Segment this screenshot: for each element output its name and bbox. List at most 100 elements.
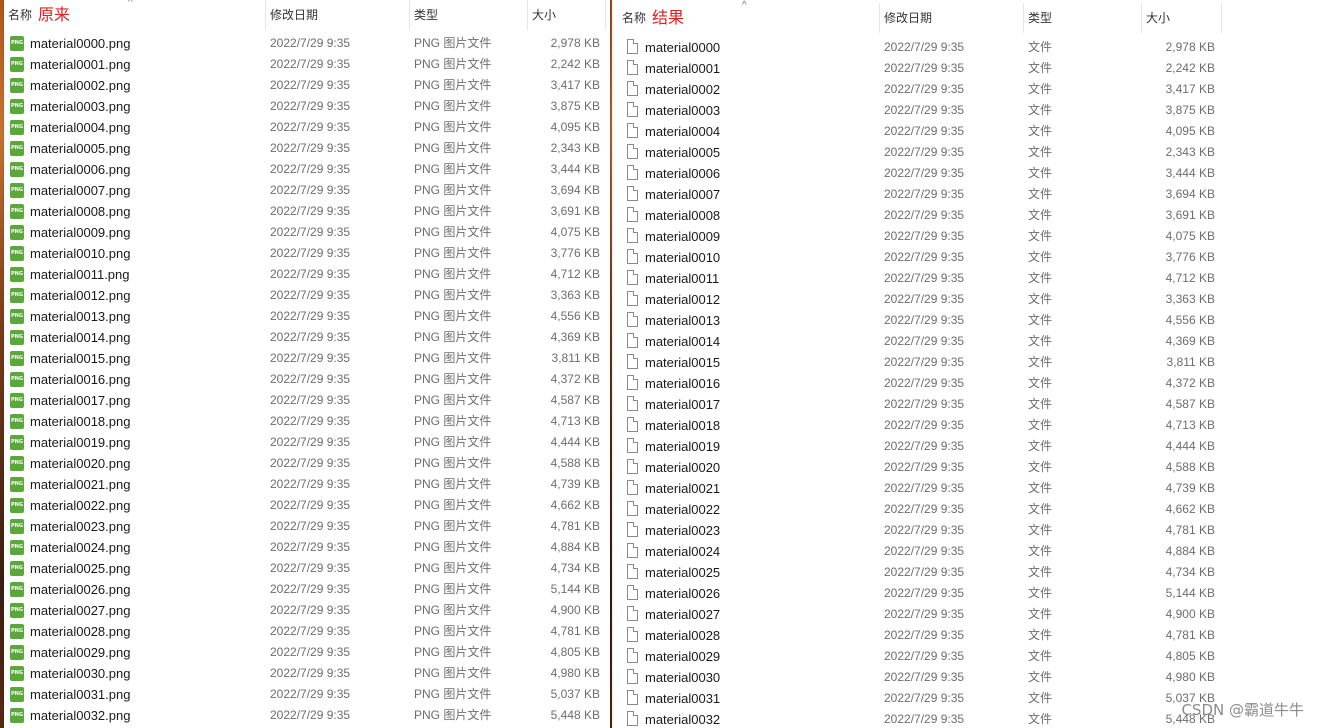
right-caption: 结果 [652,10,685,27]
table-row[interactable]: material0003 2022/7/29 9:35 文件 3,875 KB [618,100,1320,121]
png-file-icon: PNG [10,666,24,681]
modified-date: 2022/7/29 9:35 [884,607,965,621]
png-file-icon: PNG [10,183,24,198]
left-header-type[interactable]: 类型 [410,0,528,30]
table-row[interactable]: material0008 2022/7/29 9:35 文件 3,691 KB [618,205,1320,226]
blank-file-icon [627,459,638,474]
table-row[interactable]: PNG material0017.png 2022/7/29 9:35 PNG 图片文… [4,390,610,411]
table-row[interactable]: material0015 2022/7/29 9:35 文件 3,811 KB [618,352,1320,373]
file-type: PNG 图片文件 [414,120,492,134]
file-name: material0027 [645,607,721,622]
table-row[interactable]: material0025 2022/7/29 9:35 文件 4,734 KB [618,562,1320,583]
table-row[interactable]: PNG material0024.png 2022/7/29 9:35 PNG 图片文… [4,537,610,558]
right-header-type[interactable]: 类型 [1024,3,1142,33]
left-header-size[interactable]: 大小 [528,0,606,30]
file-name: material0028 [645,628,721,643]
left-header-name[interactable]: 名称 原来 ^ [4,0,266,30]
table-row[interactable]: material0014 2022/7/29 9:35 文件 4,369 KB [618,331,1320,352]
blank-file-icon [627,690,638,705]
file-size: 4,980 KB [1165,670,1215,684]
table-row[interactable]: PNG material0008.png 2022/7/29 9:35 PNG 图片文… [4,201,610,222]
table-row[interactable]: PNG material0003.png 2022/7/29 9:35 PNG 图片文… [4,96,610,117]
table-row[interactable]: PNG material0005.png 2022/7/29 9:35 PNG 图片文… [4,138,610,159]
table-row[interactable]: PNG material0029.png 2022/7/29 9:35 PNG 图片文… [4,642,610,663]
table-row[interactable]: material0010 2022/7/29 9:35 文件 3,776 KB [618,247,1320,268]
table-row[interactable]: PNG material0021.png 2022/7/29 9:35 PNG 图片文… [4,474,610,495]
right-header-size[interactable]: 大小 [1142,3,1222,33]
table-row[interactable]: material0028 2022/7/29 9:35 文件 4,781 KB [618,625,1320,646]
table-row[interactable]: material0002 2022/7/29 9:35 文件 3,417 KB [618,79,1320,100]
table-row[interactable]: PNG material0011.png 2022/7/29 9:35 PNG 图片文… [4,264,610,285]
file-type: 文件 [1028,355,1053,369]
table-row[interactable]: PNG material0015.png 2022/7/29 9:35 PNG 图片文… [4,348,610,369]
table-row[interactable]: PNG material0026.png 2022/7/29 9:35 PNG 图片文… [4,579,610,600]
table-row[interactable]: material0019 2022/7/29 9:35 文件 4,444 KB [618,436,1320,457]
table-row[interactable]: material0021 2022/7/29 9:35 文件 4,739 KB [618,478,1320,499]
table-row[interactable]: PNG material0020.png 2022/7/29 9:35 PNG 图片文… [4,453,610,474]
file-size: 4,588 KB [1165,460,1215,474]
file-size: 2,242 KB [1165,61,1215,75]
file-name: material0021 [645,481,721,496]
table-row[interactable]: material0022 2022/7/29 9:35 文件 4,662 KB [618,499,1320,520]
sort-up-caret-icon: ^ [128,0,133,8]
blank-file-icon [627,564,638,579]
png-file-icon: PNG [10,204,24,219]
table-row[interactable]: material0020 2022/7/29 9:35 文件 4,588 KB [618,457,1320,478]
table-row[interactable]: PNG material0016.png 2022/7/29 9:35 PNG 图片文… [4,369,610,390]
modified-date: 2022/7/29 9:35 [270,183,351,197]
table-row[interactable]: PNG material0028.png 2022/7/29 9:35 PNG 图片文… [4,621,610,642]
table-row[interactable]: material0024 2022/7/29 9:35 文件 4,884 KB [618,541,1320,562]
table-row[interactable]: material0026 2022/7/29 9:35 文件 5,144 KB [618,583,1320,604]
file-name: material0002 [645,82,721,97]
table-row[interactable]: PNG material0030.png 2022/7/29 9:35 PNG 图片文… [4,663,610,684]
right-header-date[interactable]: 修改日期 [880,3,1024,33]
table-row[interactable]: material0029 2022/7/29 9:35 文件 4,805 KB [618,646,1320,667]
table-row[interactable]: material0006 2022/7/29 9:35 文件 3,444 KB [618,163,1320,184]
table-row[interactable]: PNG material0031.png 2022/7/29 9:35 PNG 图片文… [4,684,610,705]
table-row[interactable]: PNG material0009.png 2022/7/29 9:35 PNG 图片文… [4,222,610,243]
table-row[interactable]: PNG material0018.png 2022/7/29 9:35 PNG 图片文… [4,411,610,432]
file-type: PNG 图片文件 [414,708,492,722]
table-row[interactable]: material0023 2022/7/29 9:35 文件 4,781 KB [618,520,1320,541]
table-row[interactable]: PNG material0027.png 2022/7/29 9:35 PNG 图片文… [4,600,610,621]
table-row[interactable]: PNG material0032.png 2022/7/29 9:35 PNG 图片文… [4,705,610,726]
table-row[interactable]: material0007 2022/7/29 9:35 文件 3,694 KB [618,184,1320,205]
table-row[interactable]: PNG material0013.png 2022/7/29 9:35 PNG 图片文… [4,306,610,327]
table-row[interactable]: material0013 2022/7/29 9:35 文件 4,556 KB [618,310,1320,331]
png-file-icon: PNG [10,99,24,114]
table-row[interactable]: material0000 2022/7/29 9:35 文件 2,978 KB [618,37,1320,58]
table-row[interactable]: PNG material0007.png 2022/7/29 9:35 PNG 图片文… [4,180,610,201]
table-row[interactable]: PNG material0004.png 2022/7/29 9:35 PNG 图片文… [4,117,610,138]
table-row[interactable]: PNG material0025.png 2022/7/29 9:35 PNG 图片文… [4,558,610,579]
modified-date: 2022/7/29 9:35 [270,204,351,218]
right-header-name[interactable]: 名称 结果 ^ [618,1,880,33]
table-row[interactable]: material0001 2022/7/29 9:35 文件 2,242 KB [618,58,1320,79]
table-row[interactable]: material0027 2022/7/29 9:35 文件 4,900 KB [618,604,1320,625]
file-name: material0014 [645,334,721,349]
table-row[interactable]: PNG material0012.png 2022/7/29 9:35 PNG 图片文… [4,285,610,306]
table-row[interactable]: PNG material0006.png 2022/7/29 9:35 PNG 图片文… [4,159,610,180]
table-row[interactable]: material0011 2022/7/29 9:35 文件 4,712 KB [618,268,1320,289]
file-name: material0001.png [30,57,131,72]
table-row[interactable]: material0016 2022/7/29 9:35 文件 4,372 KB [618,373,1320,394]
table-row[interactable]: material0005 2022/7/29 9:35 文件 2,343 KB [618,142,1320,163]
table-row[interactable]: material0004 2022/7/29 9:35 文件 4,095 KB [618,121,1320,142]
table-row[interactable]: PNG material0002.png 2022/7/29 9:35 PNG 图片文… [4,75,610,96]
table-row[interactable]: PNG material0022.png 2022/7/29 9:35 PNG 图片文… [4,495,610,516]
file-type: 文件 [1028,649,1053,663]
table-row[interactable]: PNG material0014.png 2022/7/29 9:35 PNG 图片文… [4,327,610,348]
table-row[interactable]: material0018 2022/7/29 9:35 文件 4,713 KB [618,415,1320,436]
table-row[interactable]: PNG material0000.png 2022/7/29 9:35 PNG 图片文… [4,33,610,54]
file-type: PNG 图片文件 [414,330,492,344]
table-row[interactable]: material0009 2022/7/29 9:35 文件 4,075 KB [618,226,1320,247]
table-row[interactable]: material0030 2022/7/29 9:35 文件 4,980 KB [618,667,1320,688]
table-row[interactable]: PNG material0019.png 2022/7/29 9:35 PNG 图片文… [4,432,610,453]
table-row[interactable]: material0012 2022/7/29 9:35 文件 3,363 KB [618,289,1320,310]
table-row[interactable]: PNG material0010.png 2022/7/29 9:35 PNG 图片文… [4,243,610,264]
table-row[interactable]: PNG material0001.png 2022/7/29 9:35 PNG 图片文… [4,54,610,75]
left-header-date[interactable]: 修改日期 [266,0,410,30]
table-row[interactable]: material0017 2022/7/29 9:35 文件 4,587 KB [618,394,1320,415]
table-row[interactable]: PNG material0023.png 2022/7/29 9:35 PNG 图片文… [4,516,610,537]
png-file-icon: PNG [10,435,24,450]
file-size: 4,713 KB [550,414,600,428]
